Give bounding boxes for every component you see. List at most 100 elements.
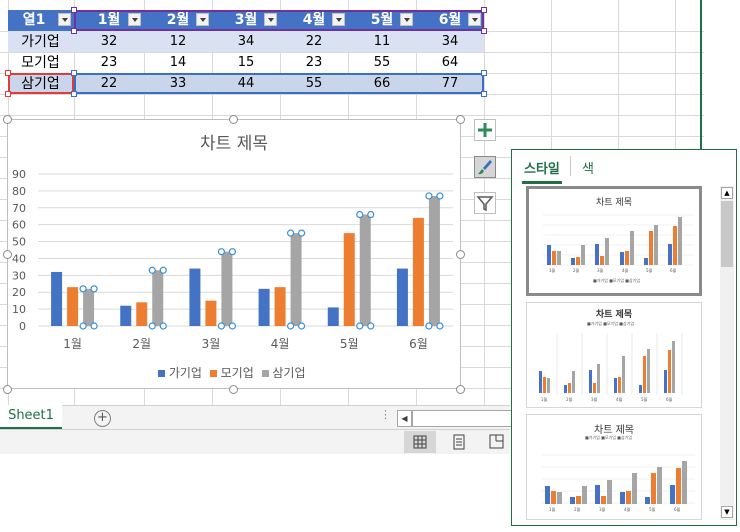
legend-entry[interactable]: 삼기업	[272, 366, 305, 380]
series-selection-handle[interactable]	[228, 248, 237, 256]
pane-scrollbar[interactable]: ▲ ▼	[720, 186, 734, 520]
series-selection-handle[interactable]	[148, 322, 156, 330]
series-selection-handle[interactable]	[297, 322, 306, 330]
bar-가기업[interactable]	[51, 271, 63, 326]
series-selection-handle[interactable]	[297, 229, 306, 237]
bar-가기업[interactable]	[396, 268, 408, 326]
filter-dropdown-icon[interactable]	[400, 13, 413, 26]
series-selection-handle[interactable]	[356, 210, 364, 219]
legend-entry[interactable]: 모기업	[221, 366, 254, 380]
range-handle[interactable]	[481, 91, 487, 97]
bar-삼기업[interactable]	[428, 195, 440, 326]
bar-삼기업[interactable]	[152, 270, 164, 326]
series-selection-handle[interactable]	[367, 210, 375, 219]
normal-view-button[interactable]	[404, 431, 436, 453]
bar-삼기업[interactable]	[290, 233, 302, 326]
bar-모기업[interactable]	[274, 287, 286, 326]
series-selection-handle[interactable]	[356, 322, 364, 330]
series-selection-handle[interactable]	[79, 322, 87, 330]
range-handle[interactable]	[5, 91, 11, 97]
table-cell[interactable]: 55	[348, 53, 416, 73]
series-selection-handle[interactable]	[436, 322, 444, 330]
row-label[interactable]: 모기업	[8, 53, 73, 73]
series-selection-handle[interactable]	[286, 322, 295, 330]
chart-style-option[interactable]: 차트 제목 ■가기업 ■모기업 ■삼기업 1월 2월 3월 4월 5월 6월	[526, 414, 702, 520]
chart-styles-button[interactable]	[474, 156, 496, 178]
table-header-cell[interactable]: 2월	[144, 10, 212, 31]
horizontal-scrollbar[interactable]	[412, 410, 512, 427]
series-selection-handle[interactable]	[228, 322, 237, 330]
table-cell[interactable]: 23	[74, 53, 144, 73]
series-selection-handle[interactable]	[159, 322, 167, 330]
chart-legend[interactable]: 가기업 모기업 삼기업	[158, 364, 338, 380]
table-cell[interactable]: 12	[144, 32, 212, 52]
filter-dropdown-icon[interactable]	[332, 13, 345, 26]
range-handle[interactable]	[71, 70, 77, 76]
scroll-left-icon[interactable]: ◀	[397, 410, 412, 427]
more-icon[interactable]: ⋮	[380, 408, 391, 421]
bar-삼기업[interactable]	[83, 288, 95, 326]
table-cell[interactable]: 34	[212, 32, 280, 52]
table-cell[interactable]: 14	[144, 53, 212, 73]
series-selection-handle[interactable]	[217, 322, 226, 330]
resize-handle[interactable]	[456, 250, 465, 259]
series-selection-handle[interactable]	[425, 322, 433, 330]
filter-dropdown-icon[interactable]	[468, 13, 481, 26]
table-cell[interactable]: 11	[348, 32, 416, 52]
chart-style-option[interactable]: 차트 제목 ■가기업 ■모기업 ■삼기업 1월 2월 3월 4월 5월 6월	[526, 302, 702, 408]
series-selection-handle[interactable]	[90, 322, 98, 330]
resize-handle[interactable]	[229, 115, 238, 124]
series-selection-handle[interactable]	[425, 192, 433, 200]
chart-elements-button[interactable]	[474, 119, 496, 141]
table-cell[interactable]: 32	[74, 32, 144, 52]
table-header-cell[interactable]: 6월	[416, 10, 484, 31]
bar-삼기업[interactable]	[221, 251, 233, 326]
scroll-up-icon[interactable]: ▲	[721, 187, 733, 199]
filter-dropdown-icon[interactable]	[264, 13, 277, 26]
resize-handle[interactable]	[456, 115, 465, 124]
series-selection-handle[interactable]	[217, 248, 226, 256]
series-selection-handle[interactable]	[436, 192, 444, 200]
table-cell[interactable]: 34	[416, 32, 484, 52]
chart-style-option[interactable]: 차트 제목 1월 2월 3월 4월 5월 6월 ■가기업 ■모기업 ■삼기업	[526, 186, 702, 296]
range-handle[interactable]	[481, 7, 487, 13]
resize-handle[interactable]	[3, 115, 12, 124]
resize-handle[interactable]	[3, 250, 12, 259]
chart-title[interactable]: 차트 제목	[8, 129, 460, 154]
bar-모기업[interactable]	[343, 233, 355, 326]
table-header-cell[interactable]: 5월	[348, 10, 416, 31]
filter-dropdown-icon[interactable]	[196, 13, 209, 26]
range-handle[interactable]	[481, 70, 487, 76]
row-label[interactable]: 가기업	[8, 32, 73, 52]
resize-handle[interactable]	[3, 385, 12, 394]
scroll-thumb[interactable]	[721, 201, 733, 267]
bar-가기업[interactable]	[120, 305, 132, 326]
bar-가기업[interactable]	[327, 307, 339, 326]
filter-dropdown-icon[interactable]	[58, 13, 71, 26]
bar-모기업[interactable]	[205, 300, 217, 326]
series-selection-handle[interactable]	[286, 229, 295, 237]
series-selection-handle[interactable]	[90, 285, 98, 293]
chart-filters-button[interactable]	[474, 192, 496, 214]
series-selection-handle[interactable]	[79, 285, 87, 293]
table-header-cell[interactable]: 1월	[74, 10, 144, 31]
chart-object[interactable]: 0 10 20 30 40 50 60 70 80 90 1월 2월 3월 4월 5월 6월 차트 제목 가기…	[7, 119, 461, 389]
filter-dropdown-icon[interactable]	[128, 13, 141, 26]
bar-가기업[interactable]	[189, 268, 201, 326]
range-handle[interactable]	[71, 91, 77, 97]
bar-모기업[interactable]	[412, 217, 424, 326]
range-handle[interactable]	[71, 7, 77, 13]
range-handle[interactable]	[5, 70, 11, 76]
range-handle[interactable]	[71, 28, 77, 34]
range-handle[interactable]	[481, 28, 487, 34]
add-sheet-icon[interactable]: +	[94, 410, 111, 427]
resize-handle[interactable]	[456, 385, 465, 394]
series-selection-handle[interactable]	[367, 322, 375, 330]
table-header-cell[interactable]: 3월	[212, 10, 280, 31]
table-header-cell[interactable]: 열1	[8, 10, 74, 31]
table-cell[interactable]: 15	[212, 53, 280, 73]
resize-handle[interactable]	[229, 385, 238, 394]
bar-모기업[interactable]	[67, 287, 79, 326]
bar-삼기업[interactable]	[359, 214, 371, 326]
legend-entry[interactable]: 가기업	[169, 366, 202, 380]
